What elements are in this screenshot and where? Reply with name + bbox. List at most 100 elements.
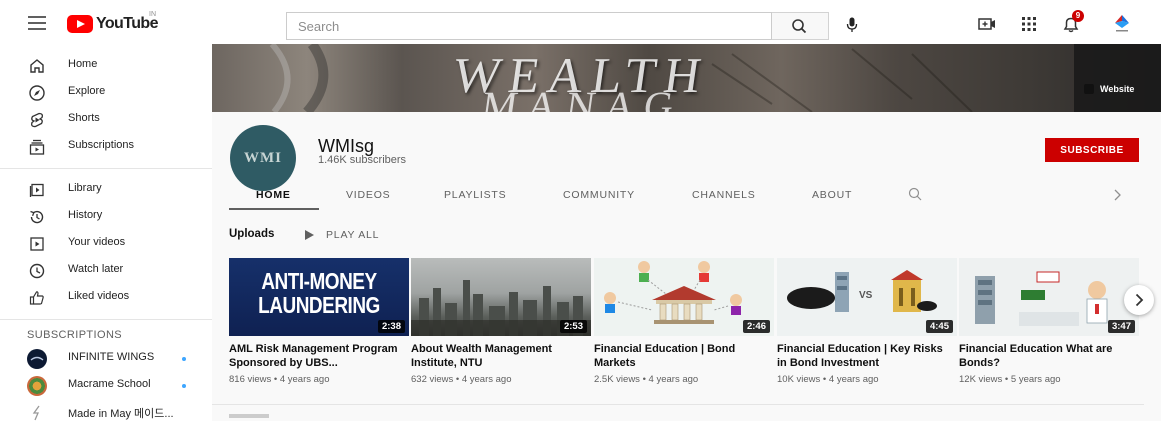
sidebar-item-watch-later[interactable]: Watch later (0, 258, 212, 284)
active-tab-indicator (229, 208, 319, 210)
avatar (27, 349, 47, 369)
chevron-right-icon (1135, 293, 1144, 307)
sidebar-item-subscriptions[interactable]: Subscriptions (0, 134, 212, 160)
sidebar-item-shorts[interactable]: Shorts (0, 107, 212, 133)
sidebar-item-label: Library (68, 182, 102, 194)
video-duration: 2:53 (559, 320, 587, 333)
sidebar-item-label: Macrame School (68, 378, 151, 390)
video-meta: 816 views • 4 years ago (229, 374, 330, 385)
sidebar-item-liked-videos[interactable]: Liked videos (0, 285, 212, 311)
sidebar-item-history[interactable]: History (0, 204, 212, 230)
uploads-heading[interactable]: Uploads (229, 228, 274, 240)
video-duration: 2:38 (377, 320, 405, 333)
channel-avatar[interactable]: WMI (230, 125, 296, 191)
avatar (27, 376, 47, 396)
sidebar-item-label: Watch later (68, 263, 124, 275)
sidebar-item-label: History (68, 209, 103, 221)
subscription-macrame-school[interactable]: Macrame School (0, 373, 212, 399)
video-thumbnail[interactable]: ANTI-MONEY LAUNDERING 2:38 (229, 258, 409, 336)
youtube-play-icon (67, 15, 93, 33)
tab-about[interactable]: ABOUT (812, 189, 852, 201)
notification-badge: 9 (1072, 10, 1084, 22)
video-duration: 3:47 (1107, 320, 1135, 333)
thumbnail-text: VS (859, 290, 873, 301)
mic-icon[interactable] (846, 17, 858, 33)
play-all-button[interactable]: PLAY ALL (326, 229, 379, 241)
video-duration: 4:45 (925, 320, 953, 333)
sidebar-item-label: Shorts (68, 112, 100, 124)
new-content-dot (182, 357, 186, 361)
subscriber-count: 1.46K subscribers (318, 154, 407, 166)
subscription-made-in-may[interactable]: Made in May 메이드... (0, 400, 212, 421)
search-icon (792, 19, 807, 34)
search-placeholder: Search (298, 19, 340, 34)
tab-channels[interactable]: CHANNELS (692, 189, 756, 201)
tab-community[interactable]: COMMUNITY (563, 189, 635, 201)
sidebar-item-label: Home (68, 58, 98, 70)
video-meta: 12K views • 5 years ago (959, 374, 1061, 385)
compass-icon (29, 85, 45, 101)
sidebar-item-label: Made in May 메이드... (68, 408, 174, 420)
sidebar-item-label: Subscriptions (68, 139, 135, 151)
search-input[interactable]: Search (286, 12, 772, 40)
video-thumbnail[interactable]: 3:47 (959, 258, 1139, 336)
sidebar: Home Explore Shorts Subscriptions Librar… (0, 48, 212, 421)
play-icon[interactable] (305, 230, 314, 240)
search-button[interactable] (772, 12, 829, 40)
history-icon (30, 210, 44, 224)
video-meta: 2.5K views • 4 years ago (594, 374, 699, 385)
channel-avatar-text: WMI (244, 150, 282, 166)
banner-link-website[interactable]: Website (1100, 84, 1134, 94)
sidebar-item-label: Explore (68, 85, 106, 97)
video-title[interactable]: Financial Education | Key Risks in Bond … (777, 342, 953, 370)
home-icon (30, 59, 44, 73)
tab-videos[interactable]: VIDEOS (346, 189, 390, 201)
tab-home[interactable]: HOME (256, 189, 291, 201)
shorts-icon (31, 112, 44, 128)
video-meta: 632 views • 4 years ago (411, 374, 512, 385)
video-thumbnail[interactable]: 2:46 (594, 258, 774, 336)
thumbs-up-icon (29, 291, 44, 305)
next-section-heading (229, 414, 269, 418)
tab-playlists[interactable]: PLAYLISTS (444, 189, 506, 201)
subscription-infinite-wings[interactable]: INFINITE WINGS (0, 346, 212, 372)
sidebar-item-label: Your videos (68, 236, 126, 248)
sidebar-item-home[interactable]: Home (0, 53, 212, 79)
sidebar-item-library[interactable]: Library (0, 177, 212, 203)
banner-text: MANAG (478, 83, 687, 112)
made-in-may-logo-icon (32, 405, 40, 421)
channel-banner: WEALTH MANAG Website (212, 44, 1161, 112)
search-icon[interactable] (908, 187, 922, 201)
sidebar-item-your-videos[interactable]: Your videos (0, 231, 212, 257)
youtube-logo[interactable]: YouTube IN (67, 11, 158, 33)
sidebar-item-label: INFINITE WINGS (68, 351, 155, 363)
sidebar-divider (0, 168, 212, 169)
wings-icon (30, 356, 44, 361)
sidebar-item-label: Liked videos (68, 290, 130, 302)
video-title[interactable]: Financial Education | Bond Markets (594, 342, 770, 370)
menu-icon[interactable] (28, 14, 46, 32)
notifications-button[interactable]: 9 (1061, 10, 1087, 34)
apps-icon[interactable] (1019, 14, 1039, 34)
subscriptions-icon (29, 139, 45, 155)
account-avatar-icon[interactable] (1110, 12, 1134, 36)
banner-links-overlay (1074, 44, 1161, 112)
video-title[interactable]: About Wealth Management Institute, NTU (411, 342, 587, 370)
sidebar-divider (0, 319, 212, 320)
video-duration: 2:46 (742, 320, 770, 333)
thumbnail-text: LAUNDERING (258, 293, 380, 319)
sidebar-item-explore[interactable]: Explore (0, 80, 212, 106)
shelf-next-button[interactable] (1124, 285, 1154, 315)
top-bar: YouTube IN Search 9 (0, 0, 1161, 48)
video-meta: 10K views • 4 years ago (777, 374, 879, 385)
section-divider (212, 404, 1144, 405)
video-title[interactable]: AML Risk Management Program Sponsored by… (229, 342, 405, 370)
chevron-right-icon[interactable] (1112, 188, 1122, 202)
create-icon[interactable] (977, 14, 997, 34)
video-thumbnail[interactable]: 2:53 (411, 258, 591, 336)
video-thumbnail[interactable]: VS 4:45 (777, 258, 957, 336)
subscribe-button[interactable]: SUBSCRIBE (1045, 138, 1139, 162)
video-title[interactable]: Financial Education What are Bonds? (959, 342, 1135, 370)
website-icon (1084, 84, 1094, 94)
clock-icon (29, 263, 45, 279)
